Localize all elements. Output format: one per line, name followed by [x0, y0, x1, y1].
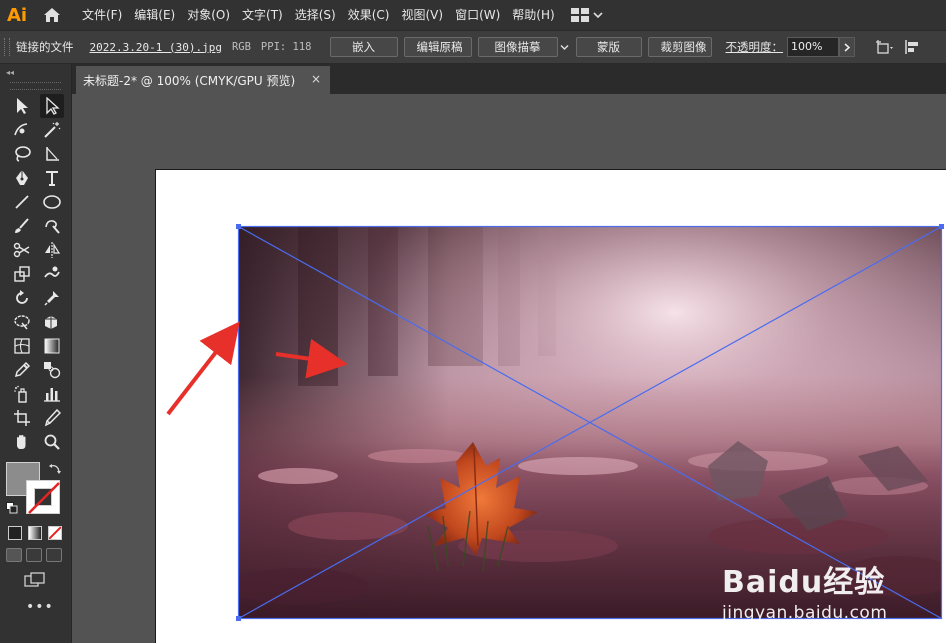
- menu-bar: Ai 文件(F) 编辑(E) 对象(O) 文字(T) 选择(S) 效果(C) 视…: [0, 0, 946, 30]
- app-logo[interactable]: Ai: [0, 0, 34, 30]
- shape-builder-tool-icon[interactable]: [40, 310, 64, 334]
- shaper-tool-icon[interactable]: [40, 214, 64, 238]
- stroke-swatch[interactable]: [26, 480, 60, 514]
- hand-tool-icon[interactable]: [10, 430, 34, 454]
- default-fill-stroke-icon[interactable]: [6, 502, 18, 514]
- free-transform-tool-icon[interactable]: [10, 310, 34, 334]
- puppet-warp-tool-icon[interactable]: [40, 286, 64, 310]
- color-mode-button[interactable]: [8, 526, 22, 540]
- watermark-brand: Baidu经验: [722, 565, 886, 600]
- linked-filename[interactable]: 2022.3.20-1 (30).jpg: [90, 41, 222, 54]
- fill-stroke-control[interactable]: [6, 462, 66, 522]
- draw-inside-button[interactable]: [46, 548, 62, 562]
- column-graph-tool-icon[interactable]: [40, 382, 64, 406]
- opacity-label[interactable]: 不透明度：: [726, 39, 784, 55]
- zoom-tool-icon[interactable]: [40, 430, 64, 454]
- eyedropper-tool-icon[interactable]: [10, 358, 34, 382]
- watermark: Baidu经验 jingyan.baidu.com: [722, 557, 887, 623]
- scissors-tool-icon[interactable]: [10, 238, 34, 262]
- menu-select[interactable]: 选择(S): [289, 0, 342, 30]
- menu-object[interactable]: 对象(O): [181, 0, 236, 30]
- menu-window[interactable]: 窗口(W): [449, 0, 506, 30]
- symbol-sprayer-tool-icon[interactable]: [10, 382, 34, 406]
- document-tab[interactable]: 未标题-2* @ 100% (CMYK/GPU 预览) ×: [76, 66, 330, 94]
- ellipse-tool-icon[interactable]: [40, 190, 64, 214]
- ppi-value: PPI: 118: [260, 41, 312, 53]
- toolbar-collapse-icon[interactable]: ◂◂: [0, 64, 71, 80]
- selection-tool-icon[interactable]: [10, 94, 34, 118]
- watermark-url: jingyan.baidu.com: [722, 603, 888, 623]
- line-tool-icon[interactable]: [10, 190, 34, 214]
- image-trace-button[interactable]: 图像描摹: [477, 37, 558, 57]
- linked-file-label[interactable]: 链接的文件: [16, 39, 74, 55]
- opacity-dropdown[interactable]: [839, 37, 855, 57]
- lasso-tool-icon[interactable]: [10, 142, 34, 166]
- chevron-down-icon: [560, 44, 569, 50]
- screen-mode-icon[interactable]: [24, 572, 46, 588]
- edit-original-button[interactable]: 编辑原稿: [403, 37, 472, 57]
- menu-view[interactable]: 视图(V): [395, 0, 449, 30]
- menu-file[interactable]: 文件(F): [76, 0, 128, 30]
- menu-edit[interactable]: 编辑(E): [128, 0, 181, 30]
- color-mode: RGB: [231, 41, 251, 53]
- workspace-switcher[interactable]: [570, 0, 611, 30]
- magic-wand-tool-icon[interactable]: [40, 118, 64, 142]
- swap-fill-stroke-icon[interactable]: [48, 462, 62, 476]
- pen-tool-icon[interactable]: [10, 166, 34, 190]
- control-bar: 链接的文件 2022.3.20-1 (30).jpg RGB PPI: 118 …: [0, 30, 946, 64]
- edit-toolbar-icon[interactable]: •••: [26, 600, 53, 614]
- warp-tool-icon[interactable]: [40, 262, 64, 286]
- image-trace-dropdown[interactable]: [560, 37, 570, 57]
- embed-button[interactable]: 嵌入: [329, 37, 398, 57]
- close-icon[interactable]: ×: [310, 72, 322, 86]
- recolor-artwork-icon[interactable]: [871, 32, 899, 62]
- draw-normal-button[interactable]: [6, 548, 22, 562]
- chevron-down-icon: [593, 12, 603, 19]
- home-icon[interactable]: [34, 0, 70, 30]
- line-segment-angle-icon[interactable]: [40, 142, 64, 166]
- tools-panel: ◂◂ •••: [0, 64, 72, 643]
- menu-type[interactable]: 文字(T): [236, 0, 289, 30]
- rotate-tool-icon[interactable]: [10, 286, 34, 310]
- canvas-area[interactable]: Baidu经验 jingyan.baidu.com: [72, 94, 946, 643]
- mask-button[interactable]: 蒙版: [575, 37, 642, 57]
- menu-effect[interactable]: 效果(C): [342, 0, 396, 30]
- workspace-grid-icon: [570, 8, 589, 22]
- crop-image-button[interactable]: 裁剪图像: [647, 37, 712, 57]
- chevron-right-icon: [844, 42, 850, 52]
- gradient-mode-button[interactable]: [28, 526, 42, 540]
- scale-tool-icon[interactable]: [10, 262, 34, 286]
- reflect-tool-icon[interactable]: [40, 238, 64, 262]
- type-tool-icon[interactable]: [40, 166, 64, 190]
- slice-tool-icon[interactable]: [40, 406, 64, 430]
- curvature-tool-icon[interactable]: [10, 118, 34, 142]
- opacity-input[interactable]: 100%: [787, 37, 839, 57]
- document-tab-title: 未标题-2* @ 100% (CMYK/GPU 预览): [83, 73, 296, 88]
- direct-selection-tool-icon[interactable]: [40, 94, 64, 118]
- align-left-icon[interactable]: [899, 32, 927, 62]
- toolbar-grip[interactable]: [10, 82, 61, 90]
- paintbrush-tool-icon[interactable]: [10, 214, 34, 238]
- draw-behind-button[interactable]: [26, 548, 42, 562]
- artboard-tool-icon[interactable]: [10, 406, 34, 430]
- mesh-tool-icon[interactable]: [10, 334, 34, 358]
- blend-tool-icon[interactable]: [40, 358, 64, 382]
- none-mode-button[interactable]: [48, 526, 62, 540]
- control-bar-grip[interactable]: [4, 38, 10, 56]
- document-tab-bar: 未标题-2* @ 100% (CMYK/GPU 预览) ×: [72, 64, 946, 94]
- gradient-tool-icon[interactable]: [40, 334, 64, 358]
- menu-help[interactable]: 帮助(H): [506, 0, 560, 30]
